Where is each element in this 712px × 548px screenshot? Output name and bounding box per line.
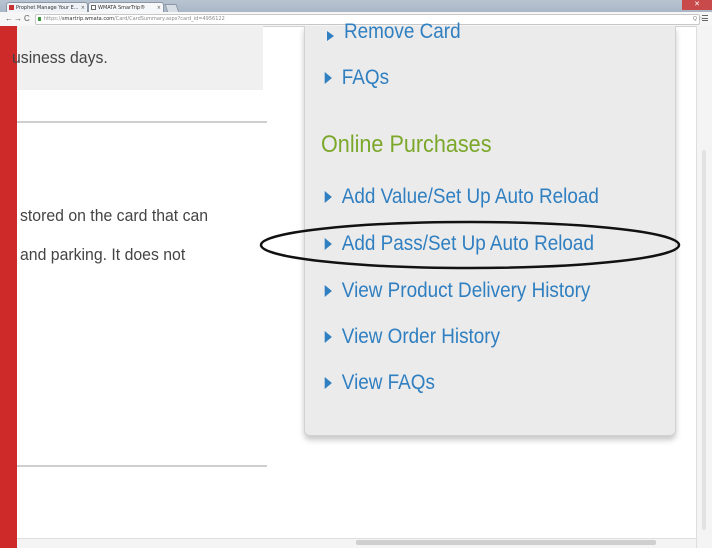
link-arrow-icon: [327, 31, 334, 41]
browser-tab-wmata[interactable]: WMATA SmarTrip® ×: [88, 2, 164, 12]
divider: [17, 465, 267, 467]
back-arrow-icon[interactable]: ←: [5, 13, 13, 25]
view-product-delivery-history-link[interactable]: View Product Delivery History: [322, 279, 590, 303]
link-arrow-icon: [324, 191, 332, 203]
browser-tab-prophet[interactable]: Prophet Manage Your E... ×: [6, 2, 88, 12]
link-arrow-icon: [324, 285, 332, 297]
toolbar-overlap: [304, 12, 694, 26]
description-line-2: and parking. It does not: [20, 245, 186, 264]
link-arrow-icon: [324, 72, 332, 84]
lock-icon: [38, 17, 41, 21]
tab-label: WMATA SmarTrip®: [98, 5, 146, 11]
menu-icon[interactable]: [702, 15, 708, 23]
browser-tabstrip: Prophet Manage Your E... × WMATA SmarTri…: [0, 0, 712, 13]
document-favicon-icon: [91, 5, 96, 10]
description-line-1: stored on the card that can: [20, 206, 209, 225]
url-path: /Card/CardSummary.aspx?card_id=4956122: [114, 16, 225, 22]
forward-arrow-icon[interactable]: →: [14, 13, 22, 25]
brand-red-bar: [0, 26, 17, 548]
view-faqs-link[interactable]: View FAQs: [322, 371, 435, 395]
vertical-scroll-thumb[interactable]: [702, 150, 706, 530]
link-arrow-icon: [324, 331, 332, 343]
tab-close-icon[interactable]: ×: [81, 3, 85, 12]
window-close-button[interactable]: ✕: [682, 0, 712, 10]
link-label: View Product Delivery History: [341, 279, 591, 302]
online-purchases-heading: Online Purchases: [321, 131, 492, 158]
link-label: View FAQs: [341, 371, 435, 394]
link-label: View Order History: [341, 325, 501, 348]
tab-label: Prophet Manage Your E...: [16, 5, 79, 11]
link-label: FAQs: [341, 66, 390, 89]
faqs-link[interactable]: FAQs: [322, 66, 389, 90]
link-arrow-icon: [324, 377, 332, 389]
reload-icon[interactable]: C: [24, 13, 30, 25]
view-order-history-link[interactable]: View Order History: [322, 325, 500, 349]
url-scheme: https://: [44, 16, 62, 22]
divider: [17, 121, 267, 123]
link-label: Add Value/Set Up Auto Reload: [341, 185, 599, 208]
prophet-favicon-icon: [9, 5, 14, 10]
business-days-text: usiness days.: [12, 48, 108, 67]
add-value-link[interactable]: Add Value/Set Up Auto Reload: [322, 185, 599, 209]
tab-close-icon[interactable]: ×: [157, 3, 161, 12]
annotation-ellipse: [259, 220, 681, 270]
horizontal-scroll-thumb[interactable]: [356, 540, 656, 545]
url-host: smartrip.wmata.com: [61, 16, 115, 22]
